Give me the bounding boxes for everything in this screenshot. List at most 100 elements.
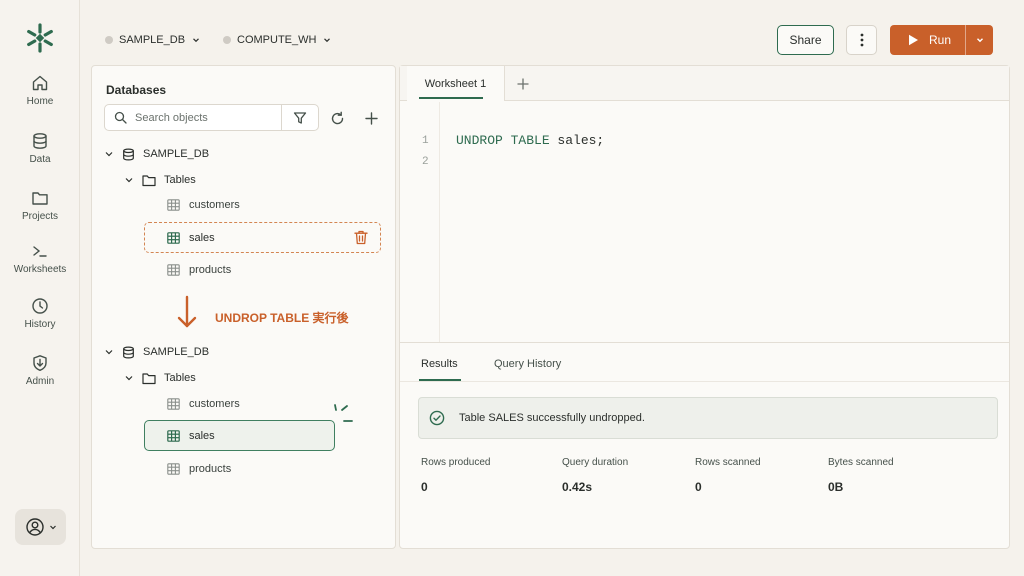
table-row-sales-before[interactable]: sales	[145, 225, 215, 251]
run-button-label: Run	[929, 33, 952, 47]
table-icon	[167, 199, 180, 211]
line-number-gutter	[400, 102, 440, 342]
database-selector-label: SAMPLE_DB	[119, 34, 186, 46]
shield-icon	[33, 355, 47, 371]
nav-admin[interactable]: Admin	[0, 354, 80, 406]
add-tab-button[interactable]	[517, 77, 529, 95]
stat-value-query-duration: 0.42s	[562, 480, 593, 494]
table-icon	[167, 463, 180, 475]
nav-data[interactable]: Data	[0, 132, 80, 184]
tree-db-after-label: SAMPLE_DB	[143, 346, 210, 358]
plus-icon	[364, 111, 378, 125]
tree-db-before-label: SAMPLE_DB	[143, 148, 210, 160]
database-explorer-panel	[91, 65, 396, 549]
results-tab-divider	[400, 381, 1009, 382]
nav-projects[interactable]: Projects	[0, 189, 80, 241]
tree-folder-before[interactable]: Tables	[124, 171, 196, 189]
warehouse-selector[interactable]: COMPUTE_WH	[223, 32, 332, 48]
refresh-button[interactable]	[328, 109, 346, 127]
editor-results-divider	[400, 342, 1009, 343]
sql-editor-line-1[interactable]: UNDROP TABLE sales;	[456, 133, 604, 148]
active-results-tab-indicator	[419, 379, 461, 381]
chevron-down-icon	[125, 376, 133, 381]
more-vertical-icon	[860, 33, 863, 47]
trash-icon[interactable]	[354, 230, 368, 250]
nav-worksheets[interactable]: Worksheets	[0, 242, 80, 294]
stat-value-bytes-scanned: 0B	[828, 480, 844, 494]
play-icon	[909, 34, 918, 46]
tree-db-before[interactable]: SAMPLE_DB	[104, 145, 209, 163]
user-avatar-icon	[25, 518, 44, 536]
database-status-dot	[105, 36, 113, 44]
sql-code-rest: sales;	[549, 133, 605, 148]
object-search-bar	[104, 104, 319, 131]
run-options-dropdown[interactable]	[966, 35, 993, 45]
run-button[interactable]: Run	[890, 25, 966, 55]
chevron-down-icon	[976, 38, 983, 43]
home-icon	[32, 75, 48, 91]
warehouse-status-dot	[223, 36, 231, 44]
more-options-button[interactable]	[846, 25, 877, 55]
table-row-products-before[interactable]: products	[145, 257, 231, 283]
table-name: products	[189, 463, 232, 475]
share-button[interactable]: Share	[777, 25, 834, 55]
success-message-text: Table SALES successfully undropped.	[459, 412, 645, 424]
nav-admin-label: Admin	[25, 376, 55, 387]
tree-db-after[interactable]: SAMPLE_DB	[104, 343, 209, 361]
table-icon	[167, 232, 180, 244]
nav-data-label: Data	[29, 154, 51, 165]
stat-label-query-duration: Query duration	[562, 457, 629, 468]
stat-label-rows-scanned: Rows scanned	[695, 457, 761, 468]
nav-home-label: Home	[26, 96, 54, 107]
folder-icon	[142, 372, 156, 384]
refresh-icon	[331, 111, 343, 124]
filter-button[interactable]	[282, 105, 318, 130]
table-row-customers-after[interactable]: customers	[145, 391, 240, 417]
table-name: sales	[189, 430, 215, 442]
database-selector[interactable]: SAMPLE_DB	[105, 32, 201, 48]
database-icon	[123, 345, 134, 359]
folder-icon	[142, 174, 156, 186]
warehouse-selector-label: COMPUTE_WH	[237, 34, 317, 46]
success-message-banner: Table SALES successfully undropped.	[418, 397, 998, 439]
chevron-down-icon	[324, 38, 331, 43]
stat-value-rows-produced: 0	[421, 480, 428, 494]
terminal-icon	[33, 246, 47, 257]
tree-folder-before-label: Tables	[164, 174, 196, 186]
clock-icon	[32, 298, 48, 314]
table-icon	[167, 398, 180, 410]
tab-worksheet-1[interactable]: Worksheet 1	[407, 66, 505, 101]
add-object-button[interactable]	[362, 109, 380, 127]
databases-title: Databases	[106, 83, 167, 97]
table-row-sales-after[interactable]: sales	[145, 423, 215, 449]
run-button-group: Run	[890, 25, 993, 55]
table-row-customers-before[interactable]: customers	[145, 192, 240, 218]
tab-results[interactable]: Results	[421, 358, 458, 370]
nav-projects-label: Projects	[21, 211, 59, 222]
tree-folder-after-label: Tables	[164, 372, 196, 384]
line-number: 2	[422, 156, 429, 168]
database-icon	[33, 133, 47, 149]
search-objects-input[interactable]	[135, 111, 275, 124]
nav-history[interactable]: History	[0, 297, 80, 349]
chevron-down-icon	[105, 350, 113, 355]
table-name: customers	[189, 398, 240, 410]
search-field-wrapper	[105, 105, 282, 130]
filter-icon	[293, 111, 307, 124]
search-icon	[114, 111, 127, 124]
table-icon	[167, 264, 180, 276]
database-icon	[123, 147, 134, 161]
undrop-annotation: UNDROP TABLE 実行後	[215, 311, 349, 325]
check-circle-icon	[429, 410, 445, 426]
arrow-down-icon	[176, 295, 198, 334]
table-row-products-after[interactable]: products	[145, 456, 231, 482]
snowflake-logo-icon[interactable]	[24, 22, 56, 54]
user-menu-button[interactable]	[15, 509, 66, 545]
tree-folder-after[interactable]: Tables	[124, 369, 196, 387]
table-icon	[167, 430, 180, 442]
chevron-down-icon	[193, 38, 199, 43]
stat-label-bytes-scanned: Bytes scanned	[828, 457, 894, 468]
sparkle-icon	[330, 402, 356, 431]
nav-home[interactable]: Home	[0, 74, 80, 126]
tab-query-history[interactable]: Query History	[494, 358, 561, 370]
